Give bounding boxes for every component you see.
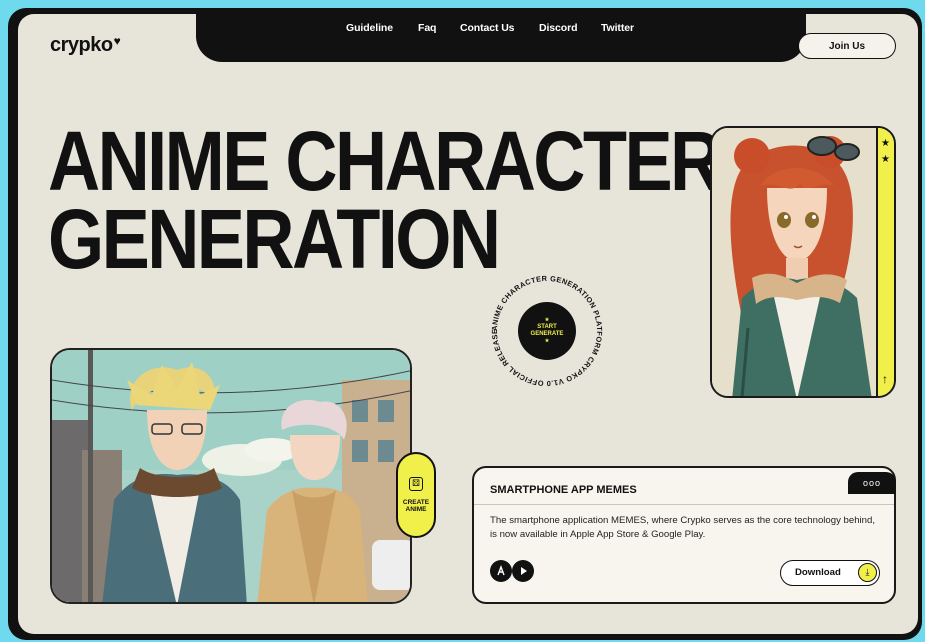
- nav-faq[interactable]: Faq: [418, 22, 436, 34]
- character-portrait-image: [712, 128, 878, 396]
- nav-guideline[interactable]: Guideline: [346, 22, 393, 34]
- nav-twitter[interactable]: Twitter: [601, 22, 634, 34]
- anime-scene-card[interactable]: [50, 348, 412, 604]
- portrait-side-strip: ★ ★ ↑: [876, 128, 894, 396]
- anime-scene-image: [52, 350, 410, 602]
- character-portrait-card[interactable]: ★ ★ ↑: [710, 126, 896, 398]
- arrow-up-icon[interactable]: ↑: [882, 372, 888, 386]
- generate-label: GENERATE: [530, 331, 564, 337]
- apple-icon: [497, 565, 505, 576]
- landing-page: crypko♥ Guideline Faq Contact Us Discord…: [18, 14, 918, 634]
- hero-line-2: GENERATION: [48, 192, 501, 286]
- download-button[interactable]: Download ⤓: [780, 560, 880, 586]
- play-icon: [521, 567, 527, 575]
- star-icon: ★: [544, 338, 550, 344]
- create-label: CREATE: [402, 499, 430, 506]
- star-icon: ★: [544, 317, 550, 323]
- download-label: Download: [795, 567, 841, 578]
- nav-discord[interactable]: Discord: [539, 22, 578, 34]
- hero-headline: ANIME CHARACTER GENERATION: [48, 114, 722, 286]
- app-card-divider: [474, 504, 894, 505]
- brand-logo[interactable]: crypko♥: [50, 34, 121, 57]
- anime-label: ANIME: [405, 506, 427, 513]
- nav-contact-us[interactable]: Contact Us: [460, 22, 515, 34]
- more-options-icon[interactable]: ooo: [848, 472, 896, 494]
- download-icon: ⤓: [858, 563, 877, 582]
- hero-line-1: ANIME CHARACTER: [48, 114, 722, 208]
- star-icon: ★: [881, 154, 890, 165]
- top-nav: Guideline Faq Contact Us Discord Twitter: [196, 14, 806, 62]
- star-icon: ★: [881, 138, 890, 149]
- app-store-icon[interactable]: [490, 560, 512, 582]
- brand-name: crypko: [50, 34, 113, 56]
- app-card-description: The smartphone application MEMES, where …: [490, 515, 876, 540]
- start-generate-button[interactable]: ★ START GENERATE ★: [518, 302, 576, 360]
- dice-icon: ⚄: [409, 477, 423, 491]
- google-play-icon[interactable]: [512, 560, 534, 582]
- app-card-title: SMARTPHONE APP MEMES: [490, 484, 637, 496]
- heart-icon: ♥: [113, 34, 121, 48]
- create-anime-button[interactable]: ⚄ CREATE ANIME: [396, 452, 436, 538]
- join-us-button[interactable]: Join Us: [798, 33, 896, 59]
- start-label: START: [537, 324, 557, 330]
